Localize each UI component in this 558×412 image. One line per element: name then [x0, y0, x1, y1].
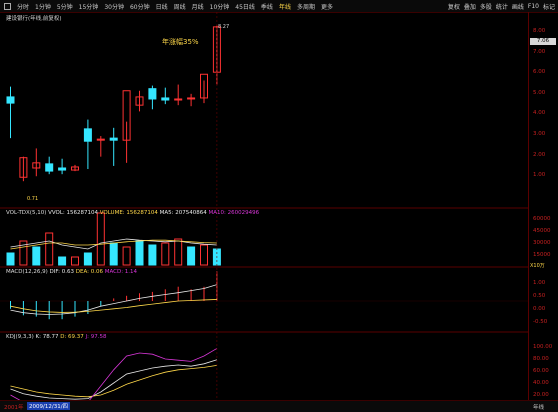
kdj-tick: 60.00 [533, 368, 549, 374]
kdj-j-line [10, 348, 218, 400]
volume-bar [122, 246, 131, 266]
period-tab-13[interactable]: 多周期 [297, 2, 315, 11]
chart-title: 建设银行(年线,前复权) [6, 16, 62, 22]
candle-body [148, 88, 157, 100]
dea-value: DEA: 0.06 [75, 269, 103, 275]
tool-button-3[interactable]: 统计 [496, 2, 508, 11]
period-tab-8[interactable]: 月线 [192, 2, 204, 11]
macd-tick: -0.50 [533, 319, 548, 325]
kdj-k-line [10, 359, 218, 400]
volume-bar [58, 256, 67, 266]
volume-tick: 60000 [533, 216, 551, 222]
macd-tick: 1.00 [533, 280, 546, 286]
period-tab-5[interactable]: 60分钟 [130, 2, 150, 11]
price-tick: 6.00 [533, 69, 546, 76]
volume-tick: 45000 [533, 228, 551, 234]
cursor-date-label: 2009/12/31/四 [27, 402, 71, 410]
tool-button-4[interactable]: 画线 [512, 2, 524, 11]
vvol-value: VVOL: 156287104 [48, 210, 99, 216]
volume-bar [161, 242, 170, 266]
time-axis-bar: 2001年 2009/12/31/四 年线 [0, 400, 558, 412]
candle-body [161, 97, 170, 101]
kdj-tick: 80.00 [533, 356, 549, 362]
volume-header: VOL-TDX(5,10) VVOL: 156287104 VOLUME: 15… [6, 210, 259, 216]
price-tick: 3.00 [533, 131, 546, 137]
d-value: D: 69.37 [60, 334, 84, 340]
macd-header: MACD(12,26,9) DIF: 0.63 DEA: 0.06 MACD: … [6, 269, 137, 275]
volume-bar [174, 238, 183, 266]
tool-button-1[interactable]: 叠加 [464, 2, 476, 11]
volume-bar [109, 242, 118, 266]
ma10-value: MA10: 260029496 [208, 210, 260, 216]
price-tick: 4.00 [533, 110, 546, 117]
volume-bar [83, 252, 92, 266]
volume-tick: 15000 [533, 252, 551, 258]
macd-indicator-name[interactable]: MACD(12,26,9) [6, 269, 48, 275]
candle-body [45, 163, 54, 172]
period-tab-12[interactable]: 年线 [279, 2, 291, 11]
period-tab-4[interactable]: 30分钟 [104, 2, 124, 11]
period-tab-1[interactable]: 1分钟 [35, 2, 51, 11]
volume-unit: X10万 [530, 263, 545, 269]
dif-value: DIF: 0.63 [49, 269, 74, 275]
volume-bar [135, 240, 144, 266]
kdj-tick: 40.00 [533, 380, 549, 386]
candle-body [58, 167, 67, 171]
kdj-header: KDJ(9,3,3) K: 78.77 D: 69.37 J: 97.58 [6, 334, 107, 340]
k-value: K: 78.77 [35, 334, 59, 340]
tool-button-6[interactable]: 标记 [543, 2, 555, 11]
volume-bar [148, 244, 157, 266]
candle-body [109, 137, 118, 141]
volume-bar [96, 212, 105, 266]
tool-buttons: 复权 叠加 多股 统计 画线 F10 标记 [448, 0, 555, 12]
macd-value: MACD: 1.14 [104, 269, 138, 275]
period-tab-14[interactable]: 更多 [321, 2, 333, 11]
price-tick: 2.00 [533, 151, 546, 158]
period-tab-3[interactable]: 15分钟 [79, 2, 99, 11]
period-tabs: 分时 1分钟 5分钟 15分钟 30分钟 60分钟 日线 周线 月线 10分钟 45日线 季线 年线 多周… [4, 0, 333, 12]
price-tick: 1.00 [533, 172, 546, 179]
kline-chart[interactable] [0, 12, 528, 400]
macd-tick: 0.00 [533, 306, 546, 312]
current-price-tag: 7.06 [530, 38, 556, 45]
period-tab-9[interactable]: 10分钟 [210, 2, 230, 11]
volume-indicator-name[interactable]: VOL-TDX(5,10) [6, 210, 46, 216]
tool-button-0[interactable]: 复权 [448, 2, 460, 11]
price-tick: 8.00 [533, 28, 546, 34]
tool-button-5[interactable]: F10 [528, 3, 539, 10]
volume-bar [6, 252, 15, 266]
kdj-tick: 100.00 [533, 344, 553, 350]
price-tick: 5.00 [533, 89, 546, 96]
high-price-label: 8.27 [218, 24, 230, 30]
ma5-value: MA5: 207540864 [159, 210, 207, 216]
period-tab-7[interactable]: 周线 [174, 2, 186, 11]
period-tab-6[interactable]: 日线 [156, 2, 168, 11]
kdj-indicator-name[interactable]: KDJ(9,3,3) [6, 334, 34, 340]
candle-body [83, 128, 92, 142]
macd-dea-line [10, 299, 217, 313]
macd-tick: 0.50 [533, 293, 546, 299]
candle-body [6, 96, 15, 104]
volume-bar [45, 232, 54, 266]
volume-bar [187, 246, 196, 266]
period-tab-11[interactable]: 季线 [261, 2, 273, 11]
volume-bar [71, 256, 79, 266]
price-tick: 7.00 [533, 48, 546, 55]
j-value: J: 97.58 [85, 334, 107, 340]
volume-tick: 30000 [533, 240, 551, 246]
year-start-label: 2001年 [4, 405, 24, 411]
low-price-label: 0.71 [27, 196, 39, 202]
volume-value: VOLUME: 156287104 [99, 210, 158, 216]
period-tab-2[interactable]: 5分钟 [57, 2, 73, 11]
volume-bar [32, 246, 41, 266]
price-axis: 8.00 7.00 6.00 5.00 4.00 3.00 2.00 1.00 60000 450… [528, 12, 558, 400]
period-tab-0[interactable]: 分时 [17, 2, 29, 11]
chart-square-icon[interactable] [4, 2, 11, 10]
period-tab-10[interactable]: 45日线 [235, 2, 255, 11]
period-label: 年线 [532, 405, 544, 411]
tool-button-2[interactable]: 多股 [480, 2, 492, 11]
yearly-gain-annotation: 年涨幅35% [162, 38, 199, 46]
volume-bar [200, 244, 208, 266]
kdj-tick: 20.00 [533, 392, 549, 398]
